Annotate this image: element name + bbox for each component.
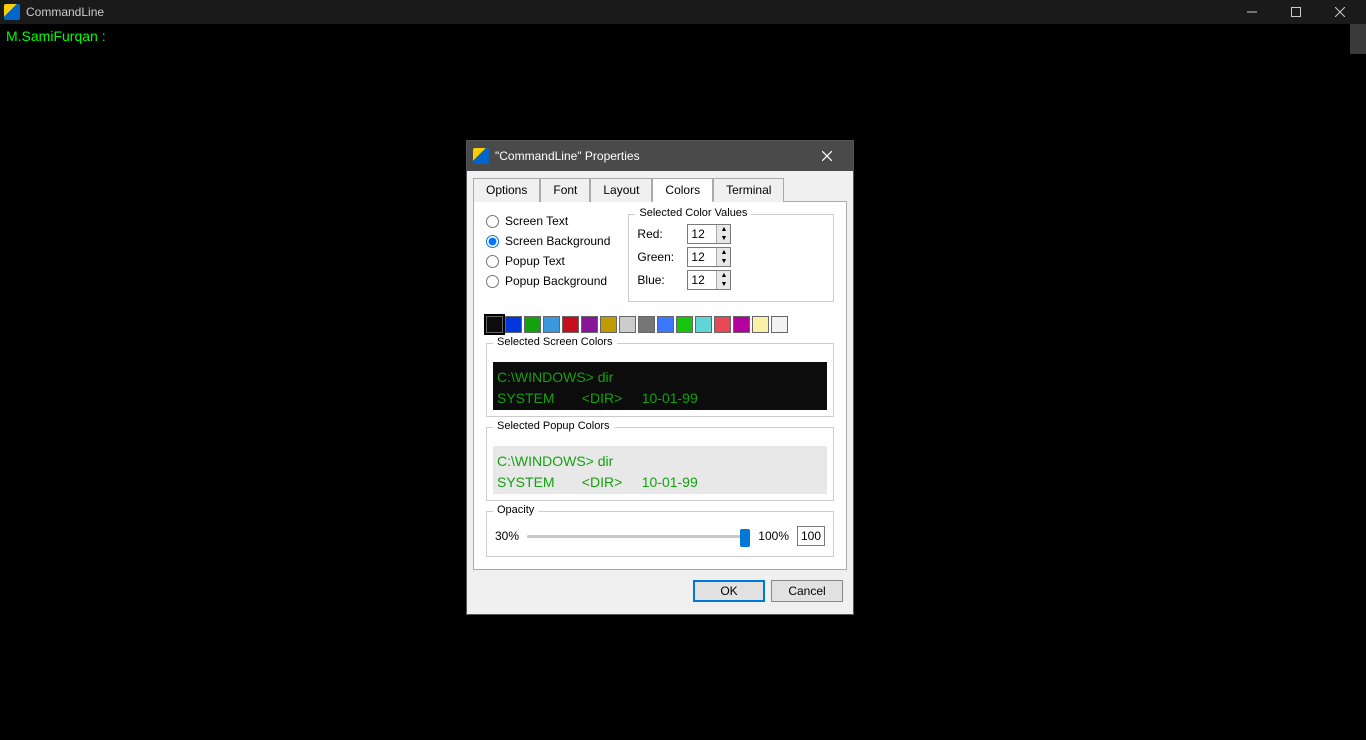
up-arrow-icon[interactable]: ▲ [717,248,730,257]
radio-label: Popup Background [505,274,607,288]
opacity-slider-thumb[interactable] [740,529,750,547]
color-swatch[interactable] [581,316,598,333]
down-arrow-icon[interactable]: ▼ [717,257,730,266]
color-swatch[interactable] [733,316,750,333]
main-title-bar: CommandLine [0,0,1366,24]
element-radio-group: Screen Text Screen Background Popup Text… [486,214,610,302]
radio-screen-background[interactable]: Screen Background [486,234,610,248]
color-swatch[interactable] [619,316,636,333]
color-swatch[interactable] [752,316,769,333]
color-swatch[interactable] [714,316,731,333]
scv-legend: Selected Color Values [635,207,751,219]
color-swatch[interactable] [676,316,693,333]
opacity-legend: Opacity [493,504,538,516]
dialog-close-button[interactable] [807,142,847,170]
color-swatch[interactable] [562,316,579,333]
tab-panel-colors: Screen Text Screen Background Popup Text… [473,201,847,570]
cancel-button[interactable]: Cancel [771,580,843,602]
up-arrow-icon[interactable]: ▲ [717,225,730,234]
down-arrow-icon[interactable]: ▼ [717,234,730,243]
app-icon [4,4,20,20]
color-swatch[interactable] [695,316,712,333]
color-swatch[interactable] [486,316,503,333]
minimize-button[interactable] [1230,0,1274,24]
screen-preview-legend: Selected Screen Colors [493,336,617,348]
vertical-scrollbar[interactable] [1350,24,1366,54]
down-arrow-icon[interactable]: ▼ [717,280,730,289]
tab-layout[interactable]: Layout [590,178,652,202]
opacity-group: Opacity 30% 100% [486,511,834,557]
properties-dialog: "CommandLine" Properties Options Font La… [466,140,854,615]
opacity-slider[interactable] [527,535,750,538]
tab-colors[interactable]: Colors [652,178,713,202]
opacity-input[interactable] [797,526,825,546]
color-swatch[interactable] [505,316,522,333]
red-label: Red: [637,227,681,241]
dialog-tabs: Options Font Layout Colors Terminal [467,171,853,201]
color-swatch[interactable] [524,316,541,333]
tab-terminal[interactable]: Terminal [713,178,784,202]
color-palette [486,316,834,333]
opacity-max-label: 100% [758,529,789,543]
dialog-button-row: OK Cancel [467,570,853,614]
screen-colors-preview: Selected Screen Colors C:\WINDOWS> dir S… [486,343,834,417]
dialog-title-bar[interactable]: "CommandLine" Properties [467,141,853,171]
opacity-min-label: 30% [495,529,519,543]
red-input[interactable] [688,225,716,243]
dialog-title: "CommandLine" Properties [495,149,640,163]
color-swatch[interactable] [771,316,788,333]
radio-popup-background[interactable]: Popup Background [486,274,610,288]
screen-preview-box: C:\WINDOWS> dir SYSTEM <DIR> 10-01-99 [493,362,827,410]
green-label: Green: [637,250,681,264]
radio-label: Screen Text [505,214,568,228]
popup-preview-legend: Selected Popup Colors [493,420,614,432]
color-swatch[interactable] [657,316,674,333]
app-title: CommandLine [26,5,104,19]
close-button[interactable] [1318,0,1362,24]
tab-options[interactable]: Options [473,178,540,202]
popup-colors-preview: Selected Popup Colors C:\WINDOWS> dir SY… [486,427,834,501]
popup-preview-box: C:\WINDOWS> dir SYSTEM <DIR> 10-01-99 [493,446,827,494]
color-swatch[interactable] [638,316,655,333]
green-spinner[interactable]: ▲▼ [687,247,731,267]
radio-popup-text[interactable]: Popup Text [486,254,610,268]
blue-label: Blue: [637,273,681,287]
green-input[interactable] [688,248,716,266]
maximize-button[interactable] [1274,0,1318,24]
radio-label: Screen Background [505,234,610,248]
selected-color-values: Selected Color Values Red: ▲▼ Green: ▲▼ [628,214,834,302]
radio-label: Popup Text [505,254,565,268]
red-spinner[interactable]: ▲▼ [687,224,731,244]
blue-spinner[interactable]: ▲▼ [687,270,731,290]
radio-screen-text[interactable]: Screen Text [486,214,610,228]
color-swatch[interactable] [600,316,617,333]
ok-button[interactable]: OK [693,580,765,602]
color-swatch[interactable] [543,316,560,333]
blue-input[interactable] [688,271,716,289]
dialog-app-icon [473,148,489,164]
terminal-prompt: M.SamiFurqan : [6,28,106,44]
up-arrow-icon[interactable]: ▲ [717,271,730,280]
tab-font[interactable]: Font [540,178,590,202]
